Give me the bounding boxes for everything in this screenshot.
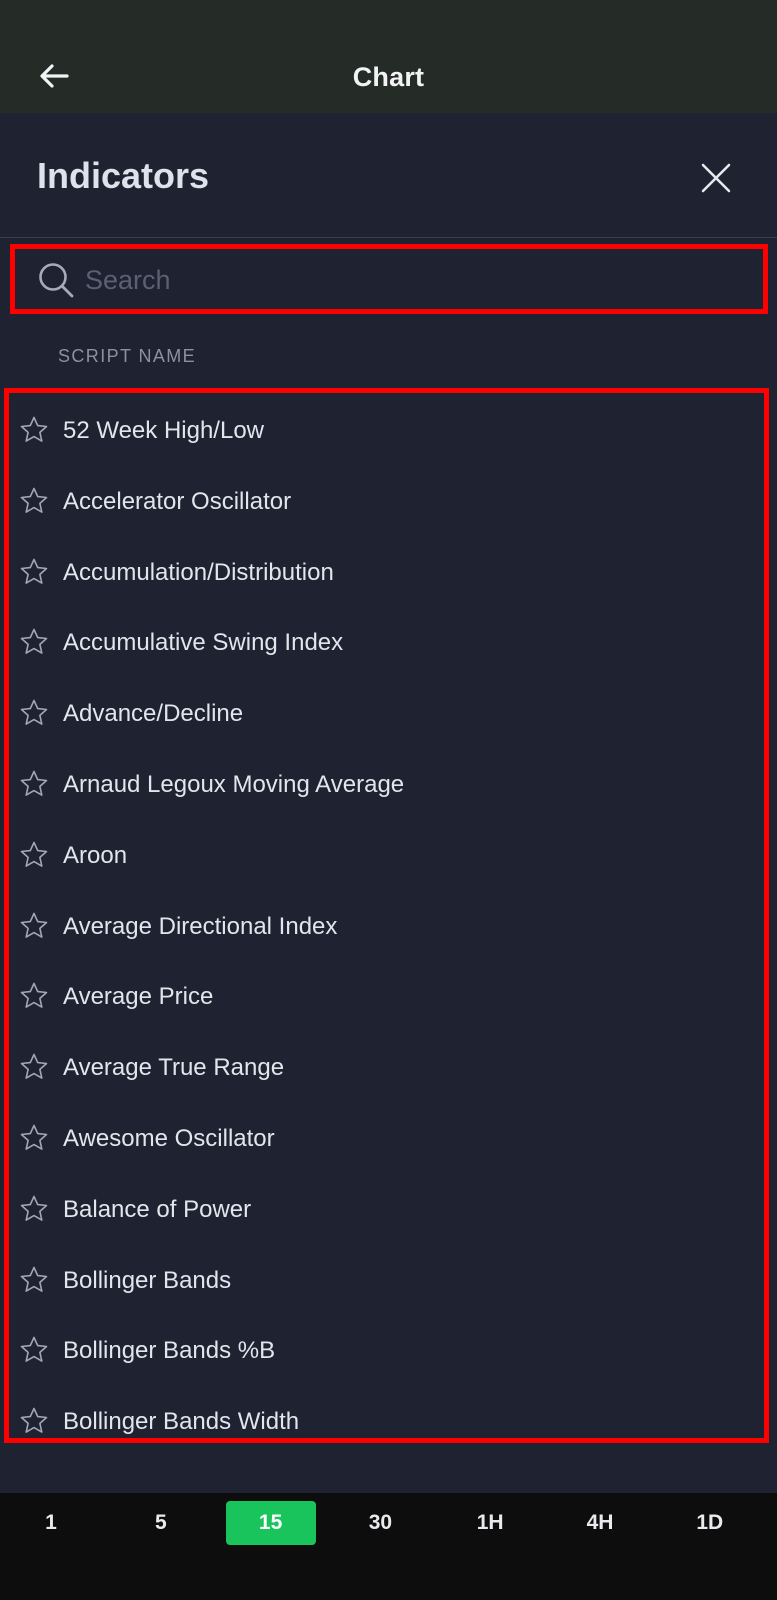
app-header: Chart xyxy=(0,0,777,113)
star-outline-icon[interactable] xyxy=(19,486,49,516)
panel-title: Indicators xyxy=(37,155,210,196)
timeframe-button-1h[interactable]: 1H xyxy=(445,1501,535,1545)
indicator-label: Awesome Oscillator xyxy=(63,1125,275,1152)
list-item[interactable]: Average True Range xyxy=(9,1042,764,1114)
indicator-label: Accumulation/Distribution xyxy=(63,558,334,586)
list-item[interactable]: Bollinger Bands xyxy=(9,1255,764,1327)
search-input[interactable] xyxy=(85,257,745,303)
indicator-label: 52 Week High/Low xyxy=(63,417,264,444)
indicator-label: Average Price xyxy=(63,983,214,1011)
page-title: Chart xyxy=(352,62,425,92)
indicator-label: Bollinger Bands Width xyxy=(63,1408,300,1436)
star-outline-icon[interactable] xyxy=(19,1335,49,1365)
panel-header: Indicators xyxy=(0,113,777,238)
star-outline-icon[interactable] xyxy=(19,1265,49,1295)
indicator-label: Accelerator Oscillator xyxy=(63,487,292,515)
indicator-label: Bollinger Bands %B xyxy=(63,1337,276,1365)
star-outline-icon[interactable] xyxy=(19,1052,49,1082)
indicator-list: 52 Week High/Low Accelerator Oscillator Ac… xyxy=(4,388,769,1443)
timeframe-button-15[interactable]: 15 xyxy=(225,1501,316,1545)
star-outline-icon[interactable] xyxy=(19,769,49,799)
indicator-label: Bollinger Bands xyxy=(63,1266,232,1294)
star-outline-icon[interactable] xyxy=(19,1194,49,1224)
list-item[interactable]: Accumulative Swing Index xyxy=(9,617,764,689)
list-item[interactable]: Accumulation/Distribution xyxy=(9,547,764,619)
search-bar xyxy=(10,244,768,314)
timeframe-button-1d[interactable]: 1D xyxy=(665,1501,755,1545)
indicator-label: Aroon xyxy=(63,841,128,869)
star-outline-icon[interactable] xyxy=(19,627,49,657)
list-item[interactable]: Arnaud Legoux Moving Average xyxy=(9,759,764,831)
indicator-label: Advance/Decline xyxy=(63,700,244,728)
timeframe-button-5[interactable]: 5 xyxy=(116,1501,206,1545)
list-item[interactable]: Average Price xyxy=(9,971,764,1043)
list-item[interactable]: 52 Week High/Low xyxy=(9,405,764,477)
list-item[interactable]: Average Directional Index xyxy=(9,901,764,973)
list-item[interactable]: Accelerator Oscillator xyxy=(9,476,764,548)
list-item[interactable]: Bollinger Bands %B xyxy=(9,1325,764,1397)
timeframe-button-1[interactable]: 1 xyxy=(6,1501,96,1545)
timeframe-button-30[interactable]: 30 xyxy=(335,1501,425,1545)
indicator-label: Accumulative Swing Index xyxy=(63,629,344,657)
timeframe-bar: 1 5 15 30 1H 4H 1D xyxy=(0,1493,777,1600)
star-outline-icon[interactable] xyxy=(19,1123,49,1153)
list-item[interactable]: Balance of Power xyxy=(9,1184,764,1256)
star-outline-icon[interactable] xyxy=(19,840,49,870)
column-header-script-name: SCRIPT NAME xyxy=(58,346,197,366)
search-icon xyxy=(39,263,74,298)
indicator-label: Average True Range xyxy=(63,1054,285,1082)
star-outline-icon[interactable] xyxy=(19,1406,49,1436)
star-outline-icon[interactable] xyxy=(19,557,49,587)
indicators-panel: Indicators SCRIPT NAME 52 Week High/Low A… xyxy=(0,113,777,1493)
star-outline-icon[interactable] xyxy=(19,415,49,445)
list-item[interactable]: Aroon xyxy=(9,830,764,902)
indicator-label: Arnaud Legoux Moving Average xyxy=(63,771,405,798)
close-icon xyxy=(701,163,731,193)
timeframe-button-4h[interactable]: 4H xyxy=(555,1501,645,1545)
star-outline-icon[interactable] xyxy=(19,698,49,728)
list-item[interactable]: Advance/Decline xyxy=(9,688,764,760)
list-item[interactable]: Awesome Oscillator xyxy=(9,1113,764,1185)
star-outline-icon[interactable] xyxy=(19,911,49,941)
list-item[interactable]: Bollinger Bands Width xyxy=(9,1396,764,1438)
close-button[interactable] xyxy=(694,156,738,200)
indicator-label: Average Directional Index xyxy=(63,912,338,940)
star-outline-icon[interactable] xyxy=(19,981,49,1011)
indicator-label: Balance of Power xyxy=(63,1195,252,1223)
